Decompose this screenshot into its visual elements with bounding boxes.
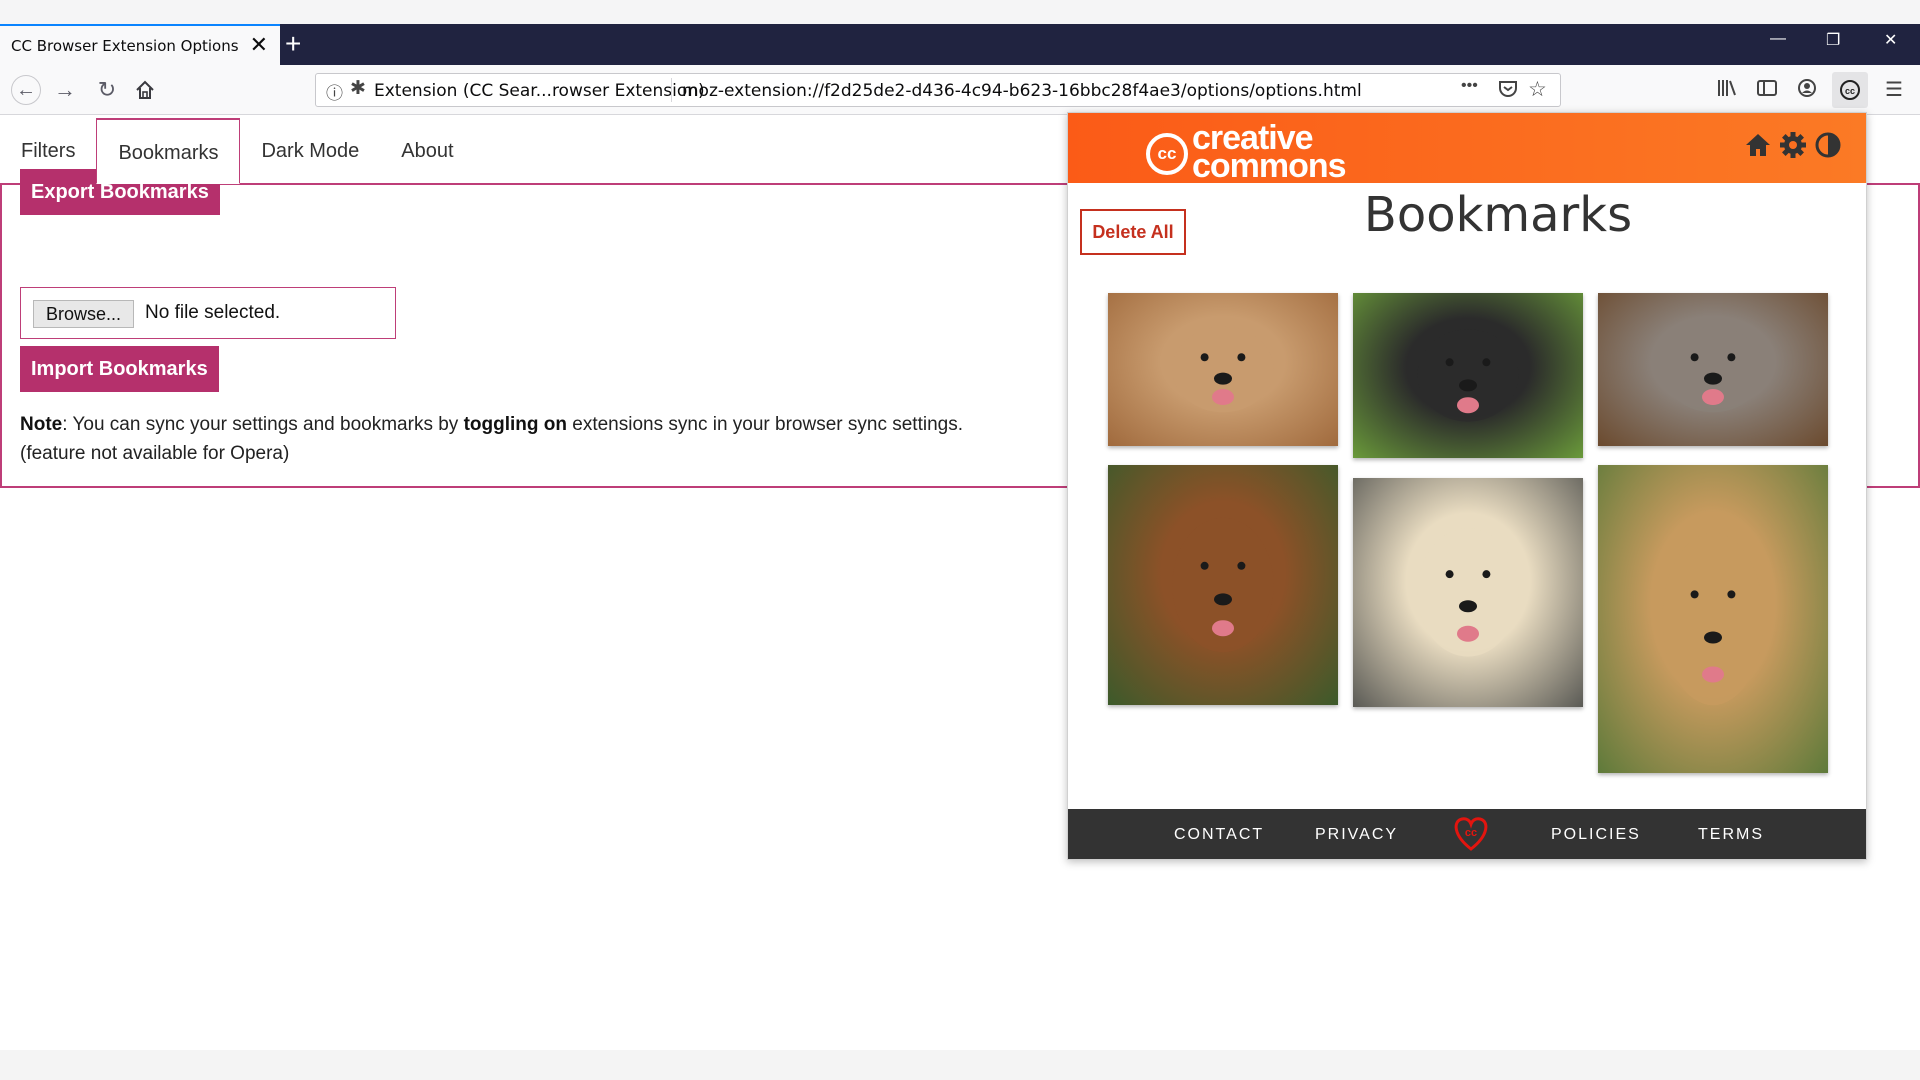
bookmark-thumbnail[interactable] — [1353, 293, 1583, 458]
close-window-button[interactable]: ✕ — [1884, 30, 1897, 50]
dog-photo-icon — [1662, 326, 1764, 413]
home-icon[interactable] — [131, 76, 159, 104]
sidebar-icon[interactable] — [1756, 77, 1778, 105]
bookmark-thumbnail[interactable] — [1598, 293, 1828, 446]
site-info-icon[interactable]: ⓘ — [326, 79, 343, 104]
bookmark-thumbnail[interactable] — [1108, 293, 1338, 446]
browser-window: CC Browser Extension Options ✕ + — ❐ ✕ ←… — [0, 0, 1920, 1080]
tab-close-icon[interactable]: ✕ — [250, 32, 268, 58]
new-tab-button[interactable]: + — [285, 28, 301, 60]
note-text-1: : You can sync your settings and bookmar… — [62, 414, 464, 435]
url-bar[interactable]: ⓘ ✱ Extension (CC Sear...rowser Extensio… — [315, 73, 1561, 107]
url-text[interactable]: moz-extension://f2d25de2-d436-4c94-b623-… — [682, 81, 1362, 101]
tab-bookmarks[interactable]: Bookmarks — [96, 118, 241, 184]
footer-terms-link[interactable]: TERMS — [1698, 826, 1764, 844]
bookmark-thumbnail[interactable] — [1353, 478, 1583, 707]
footer-contact-link[interactable]: CONTACT — [1174, 826, 1264, 844]
cc-heart-label: cc — [1465, 827, 1477, 839]
popup-header: cc creative commons — [1068, 113, 1866, 185]
logo-word-commons: commons — [1192, 147, 1347, 185]
window-bottom-strip — [0, 1050, 1920, 1080]
tab-dark-mode[interactable]: Dark Mode — [240, 118, 380, 184]
bookmark-thumbnail[interactable] — [1598, 465, 1828, 773]
library-icon[interactable] — [1716, 77, 1738, 105]
popup-body: Delete All Bookmarks — [1068, 183, 1866, 809]
cc-logo-circle: cc — [1146, 133, 1188, 175]
forward-arrow-icon[interactable]: → — [51, 76, 79, 104]
file-status-text: No file selected. — [145, 302, 281, 323]
footer-policies-link[interactable]: POLICIES — [1551, 826, 1641, 844]
dog-photo-icon — [1662, 532, 1764, 706]
cc-extension-button[interactable]: cc — [1832, 72, 1868, 108]
minimize-button[interactable]: — — [1770, 30, 1786, 48]
extension-puzzle-icon: ✱ — [350, 78, 366, 99]
back-arrow-icon[interactable]: ← — [11, 75, 41, 105]
bookmark-star-icon[interactable]: ☆ — [1528, 77, 1547, 102]
gear-icon[interactable] — [1779, 131, 1809, 161]
cc-extension-popup: cc creative commons Delete All Bookmarks… — [1067, 112, 1867, 860]
bookmarks-title: Bookmarks — [1363, 187, 1633, 243]
dark-mode-icon[interactable] — [1814, 131, 1844, 161]
home-icon[interactable] — [1744, 131, 1774, 161]
account-icon[interactable] — [1796, 77, 1818, 105]
sync-note: Note: You can sync your settings and boo… — [20, 410, 1020, 468]
note-bold: toggling on — [463, 414, 567, 435]
footer-privacy-link[interactable]: PRIVACY — [1315, 826, 1398, 844]
menu-icon[interactable]: ☰ — [1885, 77, 1903, 102]
import-bookmarks-button[interactable]: Import Bookmarks — [20, 346, 219, 392]
bookmark-thumbnail[interactable] — [1108, 465, 1338, 705]
browse-button[interactable]: Browse... — [33, 300, 135, 328]
navigation-bar: ← → ↻ ⓘ ✱ Extension (CC Sear...rowser Ex… — [0, 65, 1920, 115]
browser-tab[interactable]: CC Browser Extension Options ✕ — [0, 24, 280, 65]
dog-photo-icon — [1172, 517, 1274, 653]
dog-photo-icon — [1417, 528, 1519, 657]
restore-button[interactable]: ❐ — [1826, 30, 1840, 50]
reload-icon[interactable]: ↻ — [93, 76, 121, 104]
delete-all-button[interactable]: Delete All — [1080, 209, 1186, 255]
pocket-icon[interactable] — [1498, 79, 1518, 105]
dog-photo-icon — [1172, 326, 1274, 413]
popup-footer: CONTACT PRIVACY cc POLICIES TERMS — [1068, 809, 1866, 859]
url-identity-label[interactable]: Extension (CC Sear...rowser Extension) — [374, 81, 705, 101]
file-input-box: Browse... No file selected. — [20, 287, 396, 339]
note-text-2: extensions sync in your browser sync set… — [566, 414, 963, 435]
tab-about[interactable]: About — [380, 118, 474, 184]
dog-photo-icon — [1417, 329, 1519, 422]
page-actions-icon[interactable]: ••• — [1461, 77, 1478, 95]
cc-heart-icon[interactable]: cc — [1451, 815, 1491, 856]
url-separator — [671, 78, 672, 102]
note-line-2: (feature not available for Opera) — [20, 443, 290, 464]
cc-extension-label: cc — [1845, 86, 1855, 96]
browser-tab-title: CC Browser Extension Options — [11, 36, 239, 55]
note-lead: Note — [20, 414, 63, 435]
